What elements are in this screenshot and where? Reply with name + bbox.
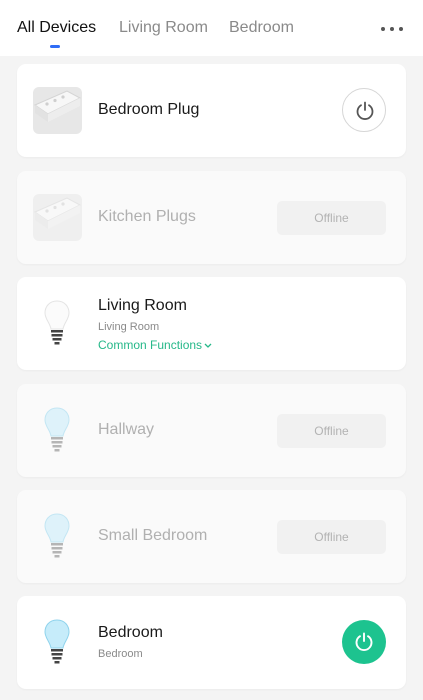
device-room: Living Room	[98, 321, 160, 333]
device-card-kitchen-plugs[interactable]: Kitchen Plugs Offline	[17, 171, 406, 264]
offline-badge: Offline	[277, 201, 386, 235]
power-icon	[355, 632, 373, 651]
tab-bedroom[interactable]: Bedroom	[229, 19, 294, 37]
device-name: Small Bedroom	[98, 527, 208, 544]
light-bulb-icon	[44, 300, 70, 345]
device-room: Bedroom	[98, 648, 143, 660]
device-card-hallway[interactable]: Hallway Offline	[17, 384, 406, 477]
device-name: Bedroom	[98, 624, 163, 641]
device-card-small-bedroom[interactable]: Small Bedroom Offline	[17, 490, 406, 583]
offline-badge: Offline	[277, 520, 386, 554]
active-tab-indicator	[50, 45, 60, 48]
device-card-living-room[interactable]: Living Room Living Room Common Functions	[17, 277, 406, 370]
light-bulb-icon	[44, 513, 70, 558]
power-strip-icon	[33, 87, 82, 134]
tab-living-room[interactable]: Living Room	[119, 19, 208, 37]
light-bulb-icon	[44, 619, 70, 664]
device-card-bedroom-plug[interactable]: Bedroom Plug	[17, 64, 406, 157]
device-name: Kitchen Plugs	[98, 208, 196, 225]
tab-all-devices[interactable]: All Devices	[17, 19, 96, 37]
more-horizontal-icon[interactable]	[381, 18, 405, 38]
common-functions-label: Common Functions	[98, 338, 203, 352]
common-functions-link[interactable]: Common Functions	[98, 338, 212, 352]
light-bulb-icon	[44, 407, 70, 452]
offline-badge: Offline	[277, 414, 386, 448]
device-name: Hallway	[98, 421, 155, 438]
device-card-bedroom[interactable]: Bedroom Bedroom	[17, 596, 406, 689]
power-strip-icon	[33, 194, 82, 241]
tab-bar: All Devices Living Room Bedroom	[0, 0, 423, 56]
power-toggle-button[interactable]	[342, 620, 386, 664]
chevron-down-icon	[204, 343, 212, 348]
device-name: Bedroom Plug	[98, 101, 200, 118]
device-name: Living Room	[98, 297, 187, 314]
power-toggle-button[interactable]	[342, 88, 386, 132]
power-icon	[356, 101, 374, 120]
